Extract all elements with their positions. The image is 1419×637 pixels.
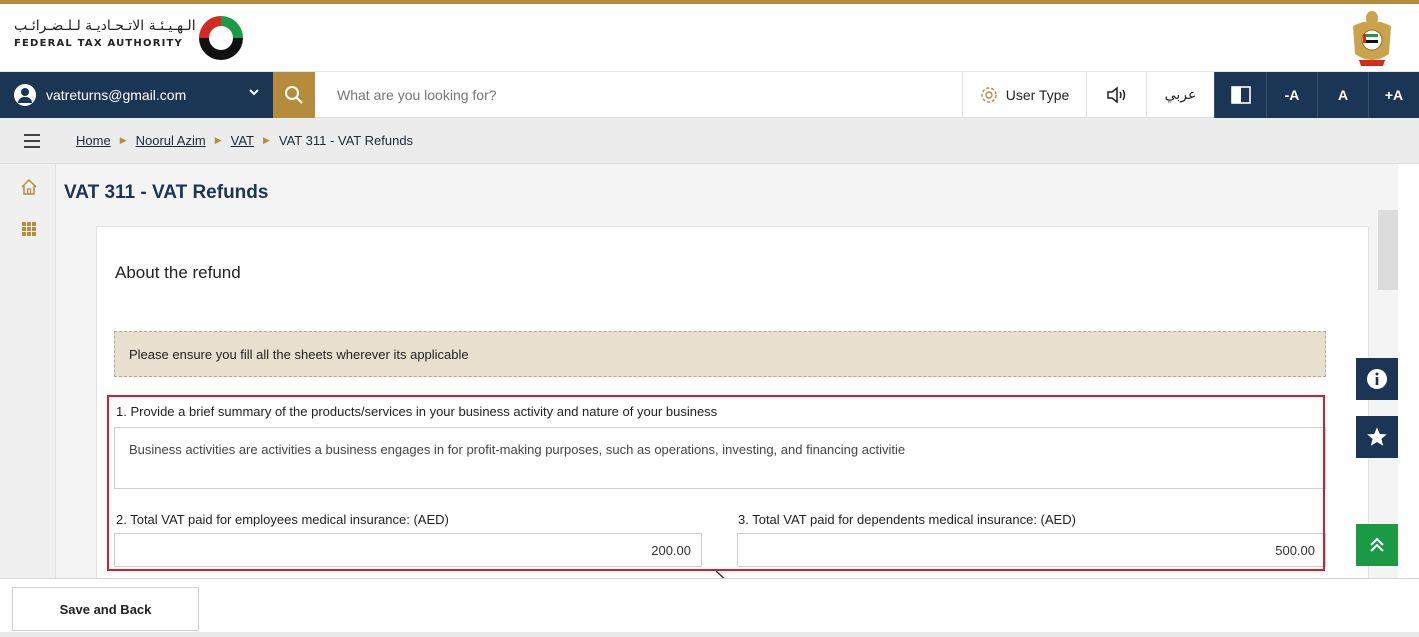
breadcrumb-user[interactable]: Noorul Azim <box>136 133 206 148</box>
user-email: vatreturns@gmail.com <box>46 87 187 103</box>
decrease-font-button[interactable]: -A <box>1266 72 1317 118</box>
info-button[interactable] <box>1356 358 1398 400</box>
arabic-label: عربي <box>1164 87 1197 103</box>
breadcrumb-current: VAT 311 - VAT Refunds <box>278 133 414 148</box>
search-icon <box>285 86 303 104</box>
question-3-label: 3. Total VAT paid for dependents medical… <box>738 512 1076 527</box>
save-and-back-button[interactable]: Save and Back <box>12 587 199 631</box>
audio-button[interactable] <box>1086 72 1146 118</box>
normal-font-button[interactable]: A <box>1317 72 1368 118</box>
gear-icon <box>981 87 997 103</box>
search-input[interactable] <box>325 80 945 110</box>
breadcrumb-separator-icon: ▶ <box>262 135 270 145</box>
user-type-button[interactable]: User Type <box>962 72 1086 118</box>
logo-english-text: FEDERAL TAX AUTHORITY <box>14 38 183 49</box>
user-type-label: User Type <box>1005 87 1070 103</box>
header: الـهـيـئـة الاتـحـاديـة لـلـضـرائـب FEDE… <box>0 4 1419 72</box>
menu-icon[interactable] <box>24 134 40 148</box>
left-rail <box>0 164 56 578</box>
notice-banner: Please ensure you fill all the sheets wh… <box>114 331 1326 377</box>
info-icon <box>1367 369 1387 389</box>
top-navbar: vatreturns@gmail.com User Type عربي -A A… <box>0 72 1419 118</box>
breadcrumb-separator-icon: ▶ <box>119 135 127 145</box>
star-icon <box>1367 427 1387 446</box>
employees-medical-vat-input[interactable]: 200.00 <box>114 533 702 567</box>
logo-arabic-text: الـهـيـئـة الاتـحـاديـة لـلـضـرائـب <box>14 18 196 34</box>
uae-emblem-icon <box>1353 11 1391 66</box>
breadcrumb-home[interactable]: Home <box>76 133 111 148</box>
breadcrumb-vat[interactable]: VAT <box>231 133 254 148</box>
breadcrumb-bar: Home ▶ Noorul Azim ▶ VAT ▶ VAT 311 - VAT… <box>0 118 1419 164</box>
contrast-button[interactable] <box>1214 72 1266 118</box>
speaker-icon <box>1106 86 1125 104</box>
language-toggle[interactable]: عربي <box>1146 72 1214 118</box>
user-menu[interactable]: vatreturns@gmail.com <box>0 72 273 118</box>
apps-grid-icon[interactable] <box>20 220 38 238</box>
breadcrumb: Home ▶ Noorul Azim ▶ VAT ▶ VAT 311 - VAT… <box>76 133 413 148</box>
business-summary-textarea[interactable]: Business activities are activities a bus… <box>114 427 1326 489</box>
question-2-label: 2. Total VAT paid for employees medical … <box>116 512 449 527</box>
section-title: About the refund <box>115 263 241 282</box>
search-button[interactable] <box>273 72 315 118</box>
home-icon[interactable] <box>20 178 38 196</box>
favorite-button[interactable] <box>1356 416 1398 458</box>
chevron-down-icon <box>248 86 260 101</box>
scrollbar-thumb[interactable] <box>1378 210 1398 290</box>
question-1-label: 1. Provide a brief summary of the produc… <box>116 404 718 419</box>
page-title: VAT 311 - VAT Refunds <box>64 182 269 203</box>
contrast-icon <box>1230 86 1251 104</box>
main-content: VAT 311 - VAT Refunds About the refund P… <box>56 164 1378 586</box>
refund-form-card: About the refund Please ensure you fill … <box>96 226 1369 586</box>
double-chevron-up-icon <box>1370 537 1384 552</box>
dependents-medical-vat-input[interactable]: 500.00 <box>737 533 1326 567</box>
footer-bar: Save and Back <box>0 578 1419 637</box>
scroll-top-button[interactable] <box>1356 524 1398 566</box>
bottom-edge <box>0 632 1419 637</box>
increase-font-button[interactable]: +A <box>1368 72 1419 118</box>
user-icon <box>14 84 36 106</box>
app-frame: الـهـيـئـة الاتـحـاديـة لـلـضـرائـب FEDE… <box>0 0 1419 637</box>
fta-logo-icon <box>197 14 245 62</box>
breadcrumb-separator-icon: ▶ <box>214 135 222 145</box>
